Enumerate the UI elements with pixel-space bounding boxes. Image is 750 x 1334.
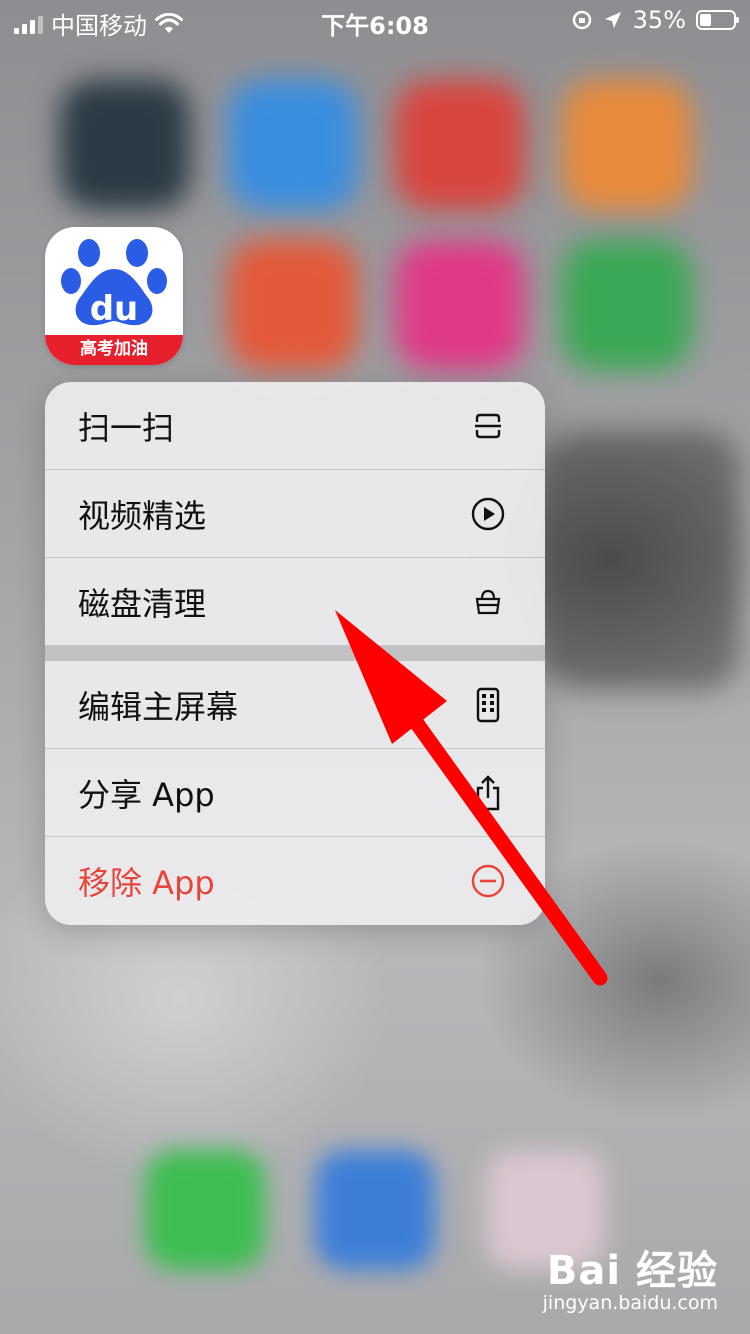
menu-item-label: 编辑主屏幕: [78, 687, 239, 726]
menu-item-label: 视频精选: [78, 496, 207, 535]
menu-item-edit-home-screen[interactable]: 编辑主屏幕: [45, 661, 545, 749]
blurred-app-icon: [228, 240, 358, 370]
scan-icon: [471, 409, 505, 443]
menu-item-remove-app[interactable]: 移除 App: [45, 837, 545, 925]
app-context-menu: 扫一扫 视频精选 磁盘清理 编辑主屏幕 分享 App 移除 App: [45, 382, 545, 925]
menu-item-label: 移除 App: [78, 864, 215, 902]
watermark-logo: Bai 经验: [546, 1248, 718, 1294]
blurred-app-icon: [395, 240, 525, 370]
menu-section-separator: [45, 646, 545, 661]
share-icon: [471, 774, 505, 810]
app-logo-text: du: [89, 289, 139, 329]
baidu-app-icon[interactable]: du 高考加油: [45, 227, 183, 365]
menu-item-label: 分享 App: [78, 775, 215, 814]
baidu-jingyan-watermark: Bai 经验 jingyan.baidu.com: [543, 1238, 718, 1314]
blurred-shape: [540, 430, 740, 690]
battery-percent: 35%: [632, 6, 686, 34]
status-right: 35%: [571, 6, 739, 34]
battery-icon: [696, 10, 739, 30]
blurred-phone-app-icon: [145, 1150, 265, 1270]
status-bar: 中国移动 下午6:08 35%: [0, 0, 750, 40]
battery-fill: [700, 14, 712, 26]
watermark-url: jingyan.baidu.com: [542, 1292, 718, 1314]
play-circle-icon: [471, 497, 505, 531]
menu-item-share-app[interactable]: 分享 App: [45, 749, 545, 837]
menu-item-label: 扫一扫: [78, 408, 175, 447]
blurred-app-icon: [562, 240, 692, 370]
menu-item-label: 磁盘清理: [78, 584, 207, 623]
blurred-app-icon: [60, 80, 190, 210]
blurred-app-icon: [562, 80, 692, 210]
minus-circle-icon: [471, 864, 505, 898]
menu-item-disk-clean[interactable]: 磁盘清理: [45, 558, 545, 646]
blurred-safari-icon: [315, 1150, 435, 1270]
basket-icon: [471, 585, 505, 619]
app-banner: 高考加油: [45, 335, 183, 365]
orientation-lock-icon: [572, 10, 591, 30]
menu-item-video[interactable]: 视频精选: [45, 470, 545, 558]
phone-screen-icon: [471, 687, 505, 722]
location-arrow-icon: [604, 12, 621, 28]
blurred-app-icon: [395, 80, 525, 210]
menu-item-scan[interactable]: 扫一扫: [45, 382, 545, 470]
blurred-app-icon: [228, 80, 358, 210]
